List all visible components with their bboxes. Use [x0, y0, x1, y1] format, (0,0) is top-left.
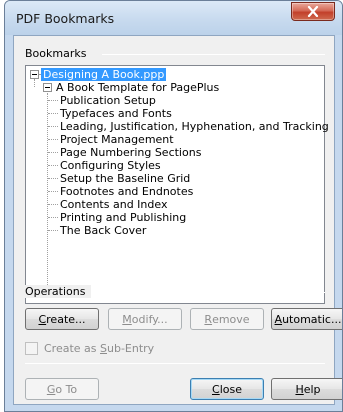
tree-connector — [48, 126, 58, 127]
tree-connector — [48, 230, 58, 231]
title-bar[interactable]: PDF Bookmarks — [5, 1, 342, 35]
tree-connector — [48, 152, 58, 153]
window-title: PDF Bookmarks — [16, 11, 115, 26]
checkbox-label: Create as — [44, 342, 101, 355]
go-to-button[interactable]: Go To — [25, 378, 99, 400]
accelerator-key: C — [38, 312, 47, 326]
tree-node-leaf[interactable]: Configuring Styles — [60, 159, 161, 172]
close-button[interactable]: Close — [190, 378, 264, 400]
tree-connector — [48, 100, 58, 101]
tree-connector — [48, 178, 58, 179]
tree-node-leaf[interactable]: Publication Setup — [60, 94, 156, 107]
sub-entry-label: Create as Sub-Entry — [44, 342, 154, 355]
tree-node-leaf[interactable]: Contents and Index — [60, 198, 167, 211]
operations-group-line — [100, 292, 325, 293]
accelerator-key: A — [274, 312, 283, 326]
tree-connector — [48, 191, 58, 192]
tree-node-leaf[interactable]: The Back Cover — [60, 224, 146, 237]
button-label: emove — [212, 312, 250, 326]
accelerator-key: R — [204, 312, 213, 326]
button-label: odify... — [131, 312, 168, 326]
separator — [25, 363, 325, 364]
tree-node-leaf[interactable]: Setup the Baseline Grid — [60, 172, 190, 185]
dialog-body: Bookmarks Designing A Book.ppp A Book Te… — [13, 35, 342, 405]
pdf-bookmarks-dialog: PDF Bookmarks Bookmarks Designing A Book… — [4, 0, 343, 412]
tree-node-root[interactable]: Designing A Book.ppp — [41, 68, 167, 81]
close-window-button[interactable] — [291, 2, 335, 21]
accelerator-key: M — [122, 312, 132, 326]
operations-group-label: Operations — [25, 285, 92, 298]
button-label: o To — [55, 382, 78, 396]
accelerator-key: S — [100, 342, 107, 355]
checkbox-label: ub-Entry — [107, 342, 155, 355]
tree-connector — [48, 139, 58, 140]
modify-button[interactable]: Modify... — [108, 308, 182, 330]
create-button[interactable]: Create... — [25, 308, 99, 330]
bookmarks-tree[interactable]: Designing A Book.ppp A Book Template for… — [25, 65, 329, 304]
tree-connector — [48, 165, 58, 166]
child-collapse-icon[interactable] — [43, 83, 52, 92]
tree-node-leaf[interactable]: Printing and Publishing — [60, 211, 186, 224]
tree-node-leaf[interactable]: Page Numbering Sections — [60, 146, 201, 159]
accelerator-key: G — [46, 382, 56, 396]
close-x-icon — [307, 6, 319, 17]
bookmarks-group-label: Bookmarks — [25, 47, 93, 60]
tree-connector — [47, 93, 48, 287]
button-label: lose — [219, 382, 242, 396]
tree-node-child[interactable]: A Book Template for PagePlus — [56, 81, 219, 94]
tree-connector — [48, 204, 58, 205]
tree-node-leaf[interactable]: Leading, Justification, Hyphenation, and… — [60, 120, 329, 133]
bookmarks-group-line — [102, 54, 325, 55]
tree-connector — [48, 113, 58, 114]
tree-node-leaf[interactable]: Footnotes and Endnotes — [60, 185, 193, 198]
tree-connector — [34, 79, 35, 87]
sub-entry-checkbox[interactable] — [25, 342, 38, 355]
automatic-button[interactable]: Automatic... — [271, 308, 342, 330]
tree-node-leaf[interactable]: Typefaces and Fonts — [60, 107, 172, 120]
help-button[interactable]: Help — [271, 378, 342, 400]
accelerator-key: C — [212, 382, 220, 396]
tree-connector — [48, 217, 58, 218]
button-label: utomatic... — [282, 312, 342, 326]
accelerator-key: H — [295, 382, 304, 396]
button-label: reate... — [46, 312, 86, 326]
root-collapse-icon[interactable] — [30, 70, 39, 79]
tree-node-leaf[interactable]: Project Management — [60, 133, 174, 146]
remove-button[interactable]: Remove — [190, 308, 264, 330]
button-label: elp — [303, 382, 321, 396]
